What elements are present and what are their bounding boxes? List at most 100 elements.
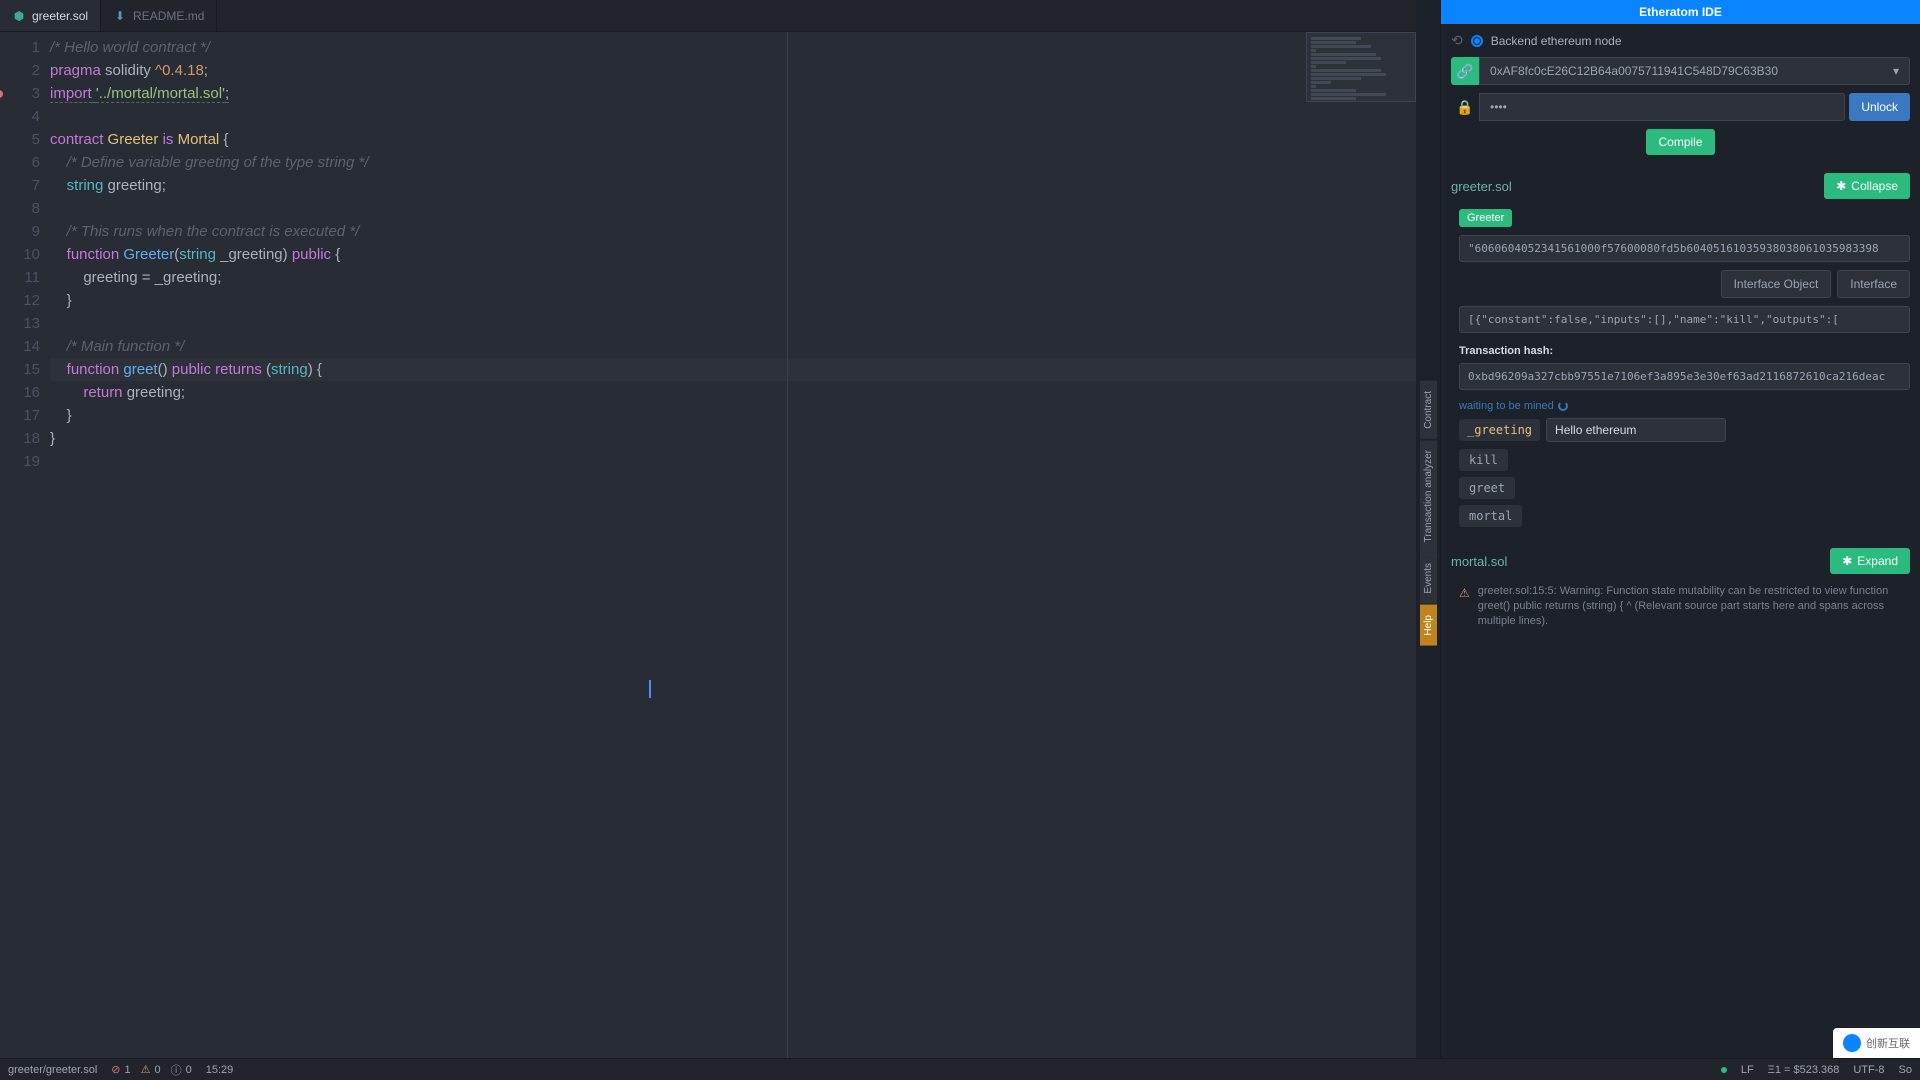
- code-line[interactable]: [50, 450, 1416, 473]
- password-value: ••••: [1490, 100, 1507, 114]
- line-number[interactable]: 13: [0, 312, 40, 335]
- line-number[interactable]: 9: [0, 220, 40, 243]
- password-input[interactable]: ••••: [1479, 93, 1845, 121]
- tab-label: greeter.sol: [32, 9, 88, 23]
- cursor-position[interactable]: 15:29: [206, 1064, 234, 1076]
- code-line[interactable]: /* Main function */: [50, 335, 1416, 358]
- line-ending[interactable]: LF: [1741, 1064, 1754, 1076]
- line-gutter: 12345678910111213141516171819: [0, 32, 50, 1058]
- line-number[interactable]: 6: [0, 151, 40, 174]
- status-file-path[interactable]: greeter/greeter.sol: [8, 1064, 97, 1076]
- status-bar: greeter/greeter.sol ⊘ 1 ⚠ 0 ⓘ 0 15:29 LF…: [0, 1058, 1920, 1080]
- interface-object-button[interactable]: Interface Object: [1721, 270, 1832, 298]
- line-number[interactable]: 2: [0, 59, 40, 82]
- info-icon: ⓘ: [171, 1062, 182, 1078]
- minimap[interactable]: [1306, 32, 1416, 102]
- code-line[interactable]: return greeting;: [50, 381, 1416, 404]
- address-value: 0xAF8fc0cE26C12B64a0075711941C548D79C63B…: [1490, 64, 1778, 78]
- link-icon: 🔗: [1451, 57, 1479, 85]
- function-mortal[interactable]: mortal: [1459, 505, 1522, 527]
- code-line[interactable]: /* Hello world contract */: [50, 36, 1416, 59]
- code-line[interactable]: string greeting;: [50, 174, 1416, 197]
- abi-box[interactable]: [{"constant":false,"inputs":[],"name":"k…: [1459, 306, 1910, 333]
- code-line[interactable]: }: [50, 289, 1416, 312]
- code-line[interactable]: /* This runs when the contract is execut…: [50, 220, 1416, 243]
- warn-count[interactable]: 0: [155, 1064, 161, 1076]
- expand-icon: ✱: [1842, 554, 1852, 568]
- side-tabs: ContractTransaction analyzerEventsHelp: [1416, 0, 1440, 1058]
- mining-status: waiting to be mined: [1459, 400, 1910, 412]
- warn-icon: ⚠: [141, 1063, 151, 1076]
- contract-badge[interactable]: Greeter: [1459, 209, 1512, 227]
- code-line[interactable]: function Greeter(string _greeting) publi…: [50, 243, 1416, 266]
- code-line[interactable]: [50, 197, 1416, 220]
- code-line[interactable]: [50, 105, 1416, 128]
- language-mode[interactable]: So: [1899, 1064, 1912, 1076]
- param-input[interactable]: [1546, 418, 1726, 442]
- code-line[interactable]: }: [50, 404, 1416, 427]
- side-tab-transaction-analyzer[interactable]: Transaction analyzer: [1420, 440, 1437, 552]
- code-line[interactable]: import '../mortal/mortal.sol';: [50, 82, 1416, 105]
- line-number[interactable]: 8: [0, 197, 40, 220]
- line-number[interactable]: 12: [0, 289, 40, 312]
- side-tab-help[interactable]: Help: [1420, 605, 1437, 646]
- line-number[interactable]: 10: [0, 243, 40, 266]
- address-select[interactable]: 0xAF8fc0cE26C12B64a0075711941C548D79C63B…: [1479, 57, 1910, 85]
- bytecode-box[interactable]: "6060604052341561000f57600080fd5b6040516…: [1459, 235, 1910, 262]
- line-number[interactable]: 3: [0, 82, 40, 105]
- info-count[interactable]: 0: [186, 1064, 192, 1076]
- tab-greeter-sol[interactable]: ⬢greeter.sol: [0, 0, 101, 31]
- expand-button[interactable]: ✱ Expand: [1830, 548, 1910, 574]
- tab-README-md[interactable]: ⬇README.md: [101, 0, 217, 31]
- code-line[interactable]: contract Greeter is Mortal {: [50, 128, 1416, 151]
- line-number[interactable]: 15: [0, 358, 40, 381]
- editor-pane: ⬢greeter.sol⬇README.md 12345678910111213…: [0, 0, 1416, 1058]
- interface-button[interactable]: Interface: [1837, 270, 1910, 298]
- warning-text: greeter.sol:15:5: Warning: Function stat…: [1478, 584, 1910, 629]
- spinner-icon: [1558, 401, 1568, 411]
- compile-button[interactable]: Compile: [1646, 129, 1714, 155]
- line-number[interactable]: 7: [0, 174, 40, 197]
- code-line[interactable]: [50, 312, 1416, 335]
- code-line[interactable]: }: [50, 427, 1416, 450]
- function-greet[interactable]: greet: [1459, 477, 1515, 499]
- collapse-button[interactable]: ✱ Collapse: [1824, 173, 1910, 199]
- line-number[interactable]: 1: [0, 36, 40, 59]
- node-radio[interactable]: [1471, 35, 1483, 47]
- error-count[interactable]: 1: [125, 1064, 131, 1076]
- line-number[interactable]: 17: [0, 404, 40, 427]
- sync-icon: ⟲: [1451, 32, 1463, 49]
- line-number[interactable]: 18: [0, 427, 40, 450]
- text-cursor: [649, 680, 651, 698]
- compiled-file-name: greeter.sol: [1451, 179, 1512, 194]
- side-tab-contract[interactable]: Contract: [1420, 381, 1437, 439]
- warning-icon: ⚠: [1459, 586, 1470, 629]
- code-line[interactable]: function greet() public returns (string)…: [50, 358, 1416, 381]
- breakpoint-dot[interactable]: [0, 90, 3, 98]
- line-number[interactable]: 5: [0, 128, 40, 151]
- code-line[interactable]: greeting = _greeting;: [50, 266, 1416, 289]
- watermark: 创新互联: [1833, 1028, 1920, 1058]
- tab-bar: ⬢greeter.sol⬇README.md: [0, 0, 1416, 32]
- function-kill[interactable]: kill: [1459, 449, 1508, 471]
- md-file-icon: ⬇: [113, 9, 127, 23]
- line-number[interactable]: 19: [0, 450, 40, 473]
- compiled-file-name-2: mortal.sol: [1451, 554, 1507, 569]
- param-label: _greeting: [1459, 419, 1540, 441]
- code-content[interactable]: /* Hello world contract */pragma solidit…: [50, 32, 1416, 1058]
- encoding[interactable]: UTF-8: [1853, 1064, 1884, 1076]
- watermark-logo: [1843, 1034, 1861, 1052]
- line-number[interactable]: 4: [0, 105, 40, 128]
- node-label: Backend ethereum node: [1491, 34, 1622, 48]
- code-line[interactable]: /* Define variable greeting of the type …: [50, 151, 1416, 174]
- tx-hash-label: Transaction hash:: [1459, 345, 1910, 357]
- collapse-icon: ✱: [1836, 179, 1846, 193]
- line-number[interactable]: 14: [0, 335, 40, 358]
- line-number[interactable]: 16: [0, 381, 40, 404]
- code-line[interactable]: pragma solidity ^0.4.18;: [50, 59, 1416, 82]
- code-area[interactable]: 12345678910111213141516171819 /* Hello w…: [0, 32, 1416, 1058]
- side-tab-events[interactable]: Events: [1420, 553, 1437, 604]
- line-number[interactable]: 11: [0, 266, 40, 289]
- unlock-button[interactable]: Unlock: [1849, 93, 1910, 121]
- tx-hash-box[interactable]: 0xbd96209a327cbb97551e7106ef3a895e3e30ef…: [1459, 363, 1910, 390]
